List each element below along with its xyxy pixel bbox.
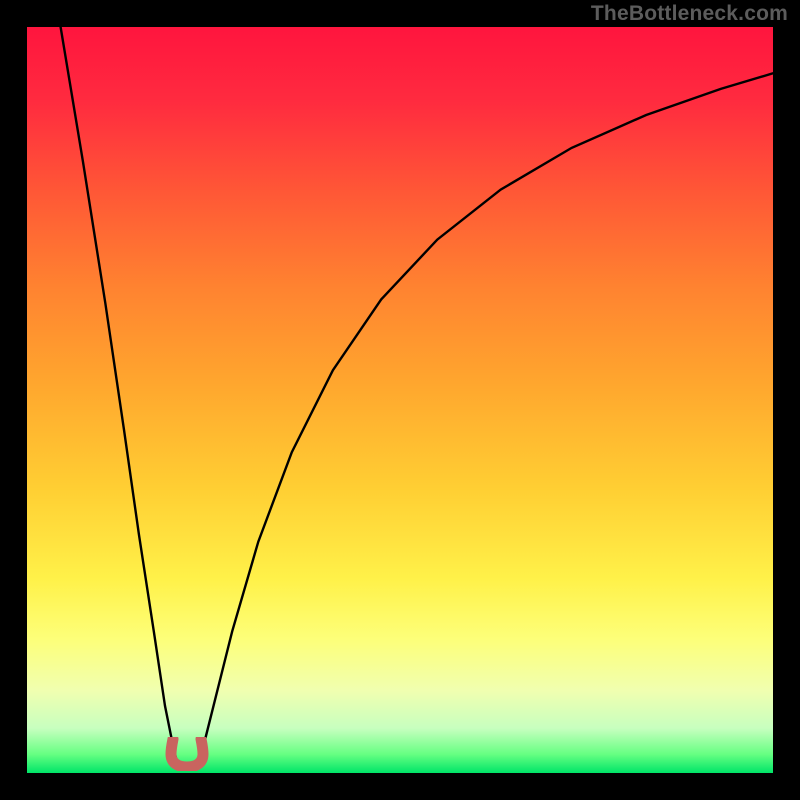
marker-u-shape [171, 739, 203, 767]
bottleneck-curve [27, 27, 773, 773]
bottleneck-marker [165, 737, 209, 771]
curve-right-branch [196, 73, 773, 767]
chart-area [27, 27, 773, 773]
curve-left-branch [61, 27, 179, 767]
watermark-text: TheBottleneck.com [591, 2, 788, 26]
